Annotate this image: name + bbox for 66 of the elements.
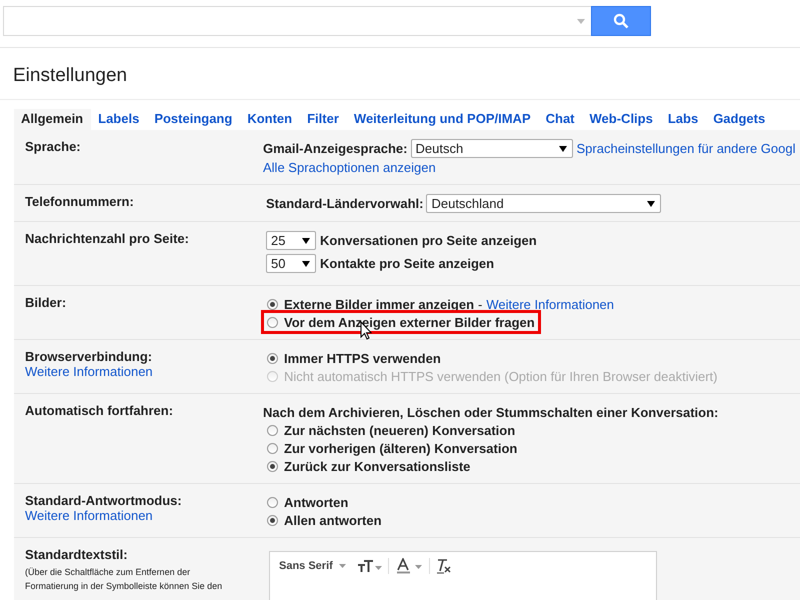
radio-button[interactable]	[267, 424, 278, 436]
radio-label: Vor dem Anzeigen externer Bilder fragen	[284, 314, 535, 330]
radio-label: Zur nächsten (neueren) Konversation	[284, 422, 516, 438]
settings-tab[interactable]: Labels	[91, 109, 148, 130]
clear-formatting-icon[interactable]	[436, 558, 452, 574]
text-color-icon[interactable]	[394, 558, 423, 574]
option-label: Kontakte pro Seite anzeigen	[320, 256, 494, 271]
font-dropdown[interactable]: Sans Serif	[279, 560, 333, 572]
info-link[interactable]: Weitere Informationen	[486, 296, 614, 312]
field-label: Standard-Ländervorwahl:	[266, 196, 424, 211]
options-link[interactable]: Alle Sprachoptionen anzeigen	[263, 160, 436, 174]
radio-label: Immer HTTPS verwenden	[284, 350, 441, 366]
language-link[interactable]: Spracheinstellungen für andere Googl	[576, 141, 796, 156]
caret-icon	[577, 18, 585, 24]
setting-label: Sprache:	[25, 139, 82, 154]
settings-tab[interactable]: Gadgets	[706, 109, 774, 130]
radio-button[interactable]	[267, 514, 278, 526]
settings-tab[interactable]: Allgemein	[14, 109, 92, 130]
caret-icon	[302, 238, 310, 244]
settings-tab[interactable]: Konten	[240, 109, 300, 130]
page-title: Einstellungen	[0, 48, 800, 100]
radio-button[interactable]	[267, 298, 278, 310]
text-size-icon[interactable]	[358, 560, 382, 572]
setting-note: (Über die Schaltfläche zum Entfernen der Formatierung in der Symbolleiste können Sie den	[25, 566, 224, 593]
radio-button[interactable]	[267, 460, 278, 472]
radio-label: Zur vorherigen (älteren) Konversation	[284, 440, 518, 456]
setting-label: Standardtextstil:	[25, 547, 129, 562]
info-link[interactable]: Weitere Informationen	[25, 508, 263, 523]
setting-label: Browserverbindung:	[25, 349, 154, 364]
setting-label: Automatisch fortfahren:	[25, 403, 174, 418]
settings-tab[interactable]: Weiterleitung und POP/IMAP	[346, 109, 539, 130]
radio-button[interactable]	[267, 316, 278, 328]
radio-button[interactable]	[267, 352, 278, 364]
setting-label: Nachrichtenzahl pro Seite:	[25, 231, 190, 246]
search-field[interactable]	[3, 6, 591, 36]
caret-icon	[302, 260, 310, 266]
caret-icon	[338, 564, 346, 568]
settings-tab[interactable]: Web-Clips	[582, 109, 661, 130]
option-label: Konversationen pro Seite anzeigen	[320, 233, 537, 248]
search-icon	[613, 13, 629, 29]
radio-label: Antworten	[284, 494, 348, 510]
radio-label: Zurück zur Konversationsliste	[284, 458, 470, 474]
option-heading: Nach dem Archivieren, Löschen oder Stummschalten einer Konversation:	[263, 404, 718, 420]
settings-tab[interactable]: Posteingang	[147, 109, 240, 130]
text-editor[interactable]: Sans Serif	[269, 551, 657, 600]
separator: -	[478, 296, 482, 312]
radio-label: Nicht automatisch HTTPS verwenden (Option für Ihren Browser deaktiviert)	[284, 368, 718, 384]
dropdown[interactable]: 25	[266, 231, 316, 250]
caret-icon	[558, 146, 566, 152]
field-label: Gmail-Anzeigesprache:	[263, 141, 408, 156]
dropdown[interactable]: 50	[266, 254, 316, 273]
dropdown[interactable]: Deutschland	[426, 194, 662, 213]
setting-label: Telefonnummern:	[25, 194, 135, 209]
caret-icon	[647, 200, 656, 206]
radio-label: Externe Bilder immer anzeigen	[284, 296, 474, 312]
settings-tab[interactable]: Filter	[300, 109, 347, 130]
search-button[interactable]	[591, 6, 651, 36]
settings-tab[interactable]: Chat	[538, 109, 583, 130]
setting-label: Bilder:	[25, 295, 68, 310]
settings-tab[interactable]: Labs	[660, 109, 706, 130]
info-link[interactable]: Weitere Informationen	[25, 364, 263, 379]
radio-button[interactable]	[267, 442, 278, 454]
radio-button[interactable]	[267, 496, 278, 508]
radio-label: Allen antworten	[284, 512, 382, 528]
setting-label: Standard-Antwortmodus:	[25, 493, 183, 508]
dropdown[interactable]: Deutsch	[410, 139, 572, 158]
